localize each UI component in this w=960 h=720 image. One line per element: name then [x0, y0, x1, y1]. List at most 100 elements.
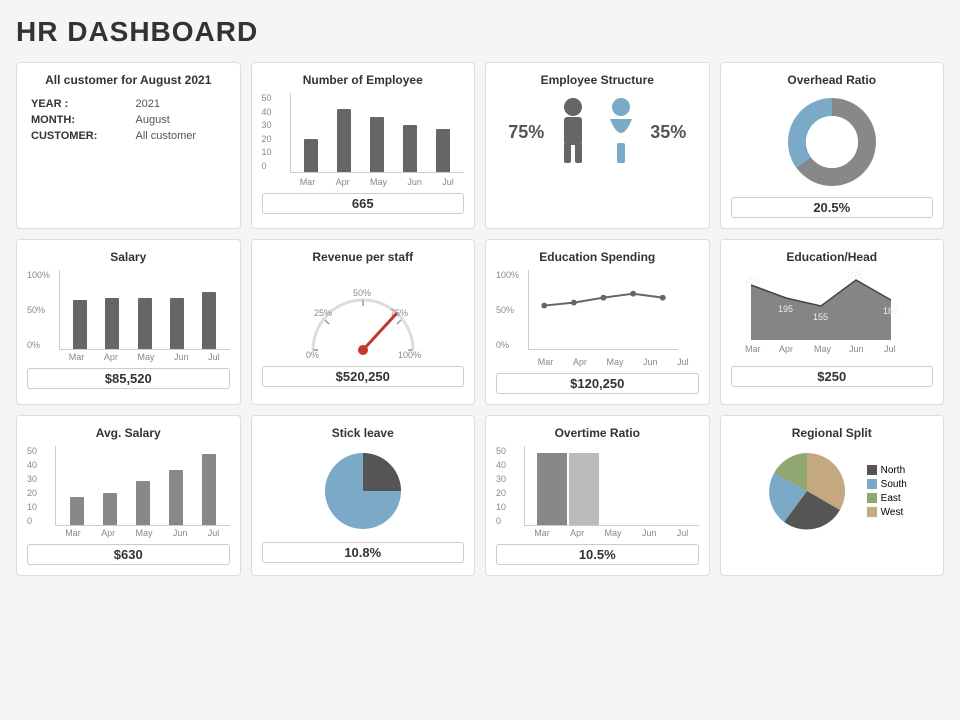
card-value: 20.5%	[731, 197, 934, 218]
svg-text:25%: 25%	[314, 308, 332, 318]
legend-north: North	[867, 465, 907, 476]
east-label: East	[881, 493, 901, 504]
bar-mar	[70, 497, 84, 525]
bar-group	[537, 453, 599, 525]
card-value: 10.8%	[262, 542, 465, 563]
card-title: Overhead Ratio	[731, 73, 934, 87]
bar-labels: MarAprMayJunJul	[528, 357, 699, 367]
card-value: $120,250	[496, 373, 699, 394]
svg-text:Apr: Apr	[779, 344, 793, 354]
card-title: Number of Employee	[262, 73, 465, 87]
bar-2	[569, 453, 599, 525]
bar-may	[138, 298, 152, 349]
male-pct: 75%	[508, 122, 544, 143]
bar-jul	[202, 454, 216, 525]
bar-labels: MarAprMayJunJul	[55, 528, 230, 538]
bar-jul	[202, 292, 216, 349]
employee-structure-visual: 75% 35%	[496, 93, 699, 171]
card-education-spending: Education Spending 100% 50% 0%	[485, 239, 710, 405]
card-title: Avg. Salary	[27, 426, 230, 440]
card-value: $630	[27, 544, 230, 565]
bar-apr	[103, 493, 117, 525]
year-value: 2021	[134, 97, 228, 111]
card-value: $520,250	[262, 366, 465, 387]
card-regional-split: Regional Split	[720, 415, 945, 576]
svg-text:100%: 100%	[398, 350, 421, 360]
bar-jun	[170, 298, 184, 349]
card-education-head: Education/Head 250 195 155 275 185 M	[720, 239, 945, 405]
card-overhead-ratio: Overhead Ratio 20.5%	[720, 62, 945, 229]
card-all-customer: All customer for August 2021 YEAR :2021 …	[16, 62, 241, 229]
page-title: HR DASHBOARD	[16, 16, 944, 48]
south-label: South	[881, 479, 907, 490]
card-value: $250	[731, 366, 934, 387]
bar-apr	[337, 109, 351, 172]
card-overtime-ratio: Overtime Ratio 50 40 30 20 10 0	[485, 415, 710, 576]
svg-text:May: May	[814, 344, 832, 354]
shape-chart: 250 195 155 275 185 Mar Apr May Jun Jul	[731, 270, 934, 360]
east-dot	[867, 493, 877, 503]
card-title: Revenue per staff	[262, 250, 465, 264]
card-title: Stick leave	[262, 426, 465, 440]
svg-text:155: 155	[813, 312, 828, 322]
bar-jun	[403, 125, 417, 172]
male-icon	[554, 97, 592, 167]
svg-text:Mar: Mar	[745, 344, 761, 354]
year-label: YEAR :	[29, 97, 132, 111]
card-title: All customer for August 2021	[27, 73, 230, 87]
card-avg-salary: Avg. Salary 50 40 30 20 10 0	[16, 415, 241, 576]
legend-east: East	[867, 493, 907, 504]
gauge-chart: 0% 25% 50% 75% 100%	[262, 270, 465, 360]
svg-text:275: 275	[848, 270, 863, 280]
dashboard-grid: All customer for August 2021 YEAR :2021 …	[16, 62, 944, 576]
west-dot	[867, 507, 877, 517]
card-value: $85,520	[27, 368, 230, 389]
month-label: MONTH:	[29, 113, 132, 127]
bar-jun	[169, 470, 183, 525]
card-emp-structure: Employee Structure 75% 35% -	[485, 62, 710, 229]
legend-south: South	[867, 479, 907, 490]
bar-labels: MarAprMayJunJul	[524, 528, 699, 538]
card-title: Employee Structure	[496, 73, 699, 87]
pie-chart	[262, 446, 465, 536]
bar-may	[136, 481, 150, 525]
bar-apr	[105, 298, 119, 349]
bar-labels: MarAprMayJunJul	[290, 177, 465, 187]
card-num-employee: Number of Employee 50 40 30 20 10 0	[251, 62, 476, 229]
bar-jul	[436, 129, 450, 172]
card-value: 10.5%	[496, 544, 699, 565]
svg-text:185: 185	[883, 306, 898, 316]
regional-pie-wrap: North South East West	[731, 446, 934, 536]
svg-text:250: 250	[745, 275, 760, 285]
svg-text:50%: 50%	[353, 288, 371, 298]
bar-may	[370, 117, 384, 172]
card-stick-leave: Stick leave 10.8%	[251, 415, 476, 576]
card-title: Education Spending	[496, 250, 699, 264]
customer-label: CUSTOMER:	[29, 129, 132, 143]
line-chart	[528, 270, 678, 350]
bar-1	[537, 453, 567, 525]
row-2: Salary 100% 50% 0% MarAprMayJunJul	[16, 239, 944, 405]
north-label: North	[881, 465, 905, 476]
card-title: Salary	[27, 250, 230, 264]
card-title: Overtime Ratio	[496, 426, 699, 440]
svg-text:195: 195	[778, 304, 793, 314]
bar-mar	[73, 300, 87, 349]
row-3: Avg. Salary 50 40 30 20 10 0	[16, 415, 944, 576]
donut-chart	[731, 93, 934, 191]
bar-mar	[304, 139, 318, 172]
svg-text:0%: 0%	[306, 350, 319, 360]
regional-pie-chart	[757, 446, 857, 536]
svg-text:Jul: Jul	[884, 344, 896, 354]
north-dot	[867, 465, 877, 475]
bar-labels: MarAprMayJunJul	[59, 352, 230, 362]
row-1: All customer for August 2021 YEAR :2021 …	[16, 62, 944, 229]
month-value: August	[134, 113, 228, 127]
female-icon	[602, 97, 640, 167]
west-label: West	[881, 507, 904, 518]
south-dot	[867, 479, 877, 489]
female-pct: 35%	[650, 122, 686, 143]
card-title: Education/Head	[731, 250, 934, 264]
card-revenue-staff: Revenue per staff 0% 25% 50%	[251, 239, 476, 405]
card-title: Regional Split	[731, 426, 934, 440]
